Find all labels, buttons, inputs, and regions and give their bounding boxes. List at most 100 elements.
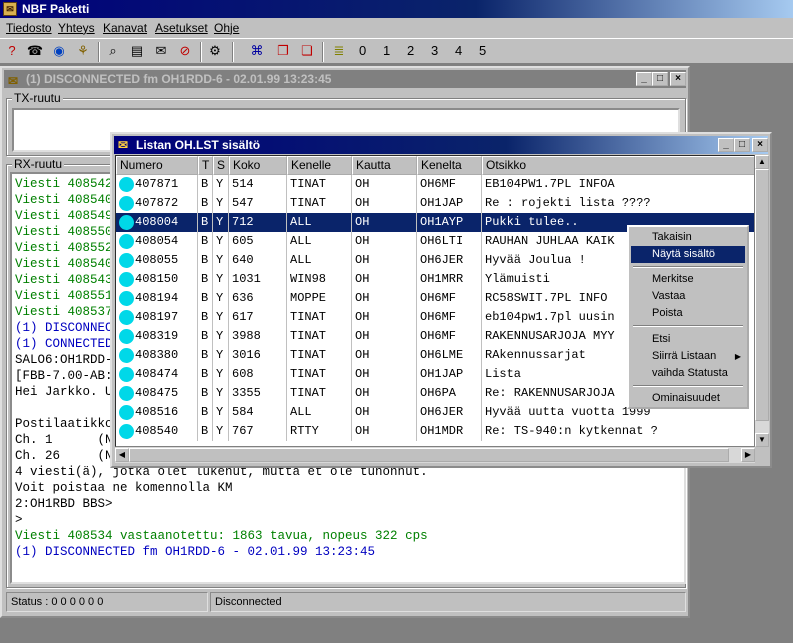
rx-line: Viesti 408542 <box>15 177 113 191</box>
menu-ohje[interactable]: Ohje <box>214 21 239 35</box>
menu-item-vaihda-statusta[interactable]: vaihda Statusta <box>631 365 745 382</box>
scroll-up-icon[interactable]: ▲ <box>755 155 769 169</box>
table-row[interactable]: 407871 B Y 514 TINAT OH OH6MF EB104PW1.7PL INFO… <box>116 175 754 194</box>
cell-numero: 408150 <box>116 270 198 289</box>
cell-s: Y <box>213 175 229 194</box>
menu-yhteys[interactable]: Yhteys <box>58 21 95 35</box>
cell-t: B <box>198 194 213 213</box>
channel-5-button[interactable]: 5 <box>479 43 486 58</box>
status-connection: Disconnected <box>210 592 686 612</box>
list-minimize-button[interactable]: _ <box>718 138 734 152</box>
rx-line: (1) DISCONNECTED fm OH1RDD-6 - 02.01.99 … <box>15 545 376 559</box>
cell-kenelle: TINAT <box>287 346 352 365</box>
rx-line: > <box>15 513 23 527</box>
cell-kenelle: ALL <box>287 213 352 232</box>
cell-t: B <box>198 422 213 441</box>
list-horizontal-scrollbar[interactable]: ◀ ▶ <box>115 447 755 463</box>
connect-icon[interactable]: ☎ <box>26 42 44 60</box>
help-icon[interactable]: ? <box>3 42 21 60</box>
connection-window-titlebar: ✉ (1) DISCONNECTED fm OH1RDD-6 - 02.01.9… <box>4 70 686 88</box>
cell-t: B <box>198 346 213 365</box>
rx-line: Viesti 408550 <box>15 225 113 239</box>
rx-line: Viesti 408540 <box>15 257 113 271</box>
menu-kanavat[interactable]: Kanavat <box>103 21 147 35</box>
cell-t: B <box>198 270 213 289</box>
rx-line: Viesti 408552 <box>15 241 113 255</box>
cell-t: B <box>198 175 213 194</box>
globe-icon[interactable]: ◉ <box>50 42 68 60</box>
close-button[interactable]: × <box>670 72 686 86</box>
menu-item-takaisin[interactable]: Takaisin <box>631 229 745 246</box>
cell-otsikko: EB104PW1.7PL INFOA <box>482 175 754 194</box>
cell-kenelta: OH6MF <box>417 308 482 327</box>
cell-numero: 408474 <box>116 365 198 384</box>
cell-kenelta: OH1JAP <box>417 194 482 213</box>
col-header-kenelle[interactable]: Kenelle <box>287 156 352 175</box>
menu-item-vastaa[interactable]: Vastaa <box>631 288 745 305</box>
menu-item-nayta-sisalto[interactable]: Näytä sisältö <box>631 246 745 263</box>
col-header-koko[interactable]: Koko <box>229 156 287 175</box>
context-menu: Takaisin Näytä sisältö Merkitse Vastaa P… <box>627 225 749 409</box>
list-icon[interactable]: ≣ <box>330 42 348 60</box>
list-vertical-scrollbar[interactable]: ▲ ▼ <box>755 155 769 447</box>
col-header-s[interactable]: S <box>213 156 229 175</box>
scroll-down-icon[interactable]: ▼ <box>755 433 769 447</box>
cell-kenelle: ALL <box>287 232 352 251</box>
menu-item-poista[interactable]: Poista <box>631 305 745 322</box>
list-close-button[interactable]: × <box>752 138 768 152</box>
window-icon: ✉ <box>118 138 129 152</box>
rx-line: SALO6:OH1RDD- <box>15 353 113 367</box>
menu-asetukset[interactable]: Asetukset <box>155 21 208 35</box>
maximize-button[interactable]: □ <box>652 72 668 86</box>
cell-kautta: OH <box>352 327 417 346</box>
cell-koko: 636 <box>229 289 287 308</box>
menu-item-merkitse[interactable]: Merkitse <box>631 271 745 288</box>
cell-koko: 767 <box>229 422 287 441</box>
list-window-titlebar: ✉ Listan OH.LST sisältö _ □ × <box>114 136 768 154</box>
cell-kautta: OH <box>352 175 417 194</box>
cell-kautta: OH <box>352 194 417 213</box>
scroll-left-icon[interactable]: ◀ <box>115 448 129 462</box>
channel-2-button[interactable]: 2 <box>407 43 414 58</box>
channel-0-button[interactable]: 0 <box>359 43 366 58</box>
cell-t: B <box>198 327 213 346</box>
document-icon[interactable]: ▤ <box>128 42 146 60</box>
antenna-icon[interactable]: ⚘ <box>74 42 92 60</box>
cell-t: B <box>198 251 213 270</box>
col-header-numero[interactable]: Numero <box>116 156 198 175</box>
menu-item-etsi[interactable]: Etsi <box>631 331 745 348</box>
table-row[interactable]: 407872 B Y 547 TINAT OH OH1JAP Re : rojekti lis… <box>116 194 754 213</box>
table-row[interactable]: 408540 B Y 767 RTTY OH OH1MDR Re: TS-940:n kytk… <box>116 422 754 441</box>
minimize-button[interactable]: _ <box>636 72 652 86</box>
list-maximize-button[interactable]: □ <box>734 138 750 152</box>
app-title: NBF Paketti <box>22 2 90 16</box>
menu-item-ominaisuudet[interactable]: Ominaisuudet <box>631 390 745 407</box>
cell-s: Y <box>213 308 229 327</box>
stop-icon[interactable]: ⊘ <box>176 42 194 60</box>
col-header-kenelta[interactable]: Kenelta <box>417 156 482 175</box>
tools-icon[interactable]: ⚙ <box>206 42 224 60</box>
cell-kenelta: OH6LME <box>417 346 482 365</box>
cell-numero: 408540 <box>116 422 198 441</box>
cell-t: B <box>198 308 213 327</box>
mail-icon[interactable]: ✉ <box>152 42 170 60</box>
copy-icon[interactable]: ❐ <box>274 42 292 60</box>
col-header-t[interactable]: T <box>198 156 213 175</box>
search-list-icon[interactable]: ⌕ <box>104 42 122 60</box>
binoculars-icon[interactable]: ⌘ <box>248 42 266 60</box>
scroll-right-icon[interactable]: ▶ <box>741 448 755 462</box>
menu-item-siirra-listaan[interactable]: Siirrä Listaan ▶ <box>631 348 745 365</box>
channel-1-button[interactable]: 1 <box>383 43 390 58</box>
col-header-otsikko[interactable]: Otsikko <box>482 156 754 175</box>
cell-s: Y <box>213 251 229 270</box>
paste-icon[interactable]: ❏ <box>298 42 316 60</box>
menu-tiedosto[interactable]: Tiedosto <box>6 21 52 35</box>
channel-4-button[interactable]: 4 <box>455 43 462 58</box>
col-header-kautta[interactable]: Kautta <box>352 156 417 175</box>
channel-3-button[interactable]: 3 <box>431 43 438 58</box>
tx-label: TX-ruutu <box>12 91 63 105</box>
scroll-thumb[interactable] <box>755 169 769 421</box>
cell-kenelta: OH6JER <box>417 403 482 422</box>
cell-koko: 605 <box>229 232 287 251</box>
hscroll-thumb[interactable] <box>129 448 729 462</box>
